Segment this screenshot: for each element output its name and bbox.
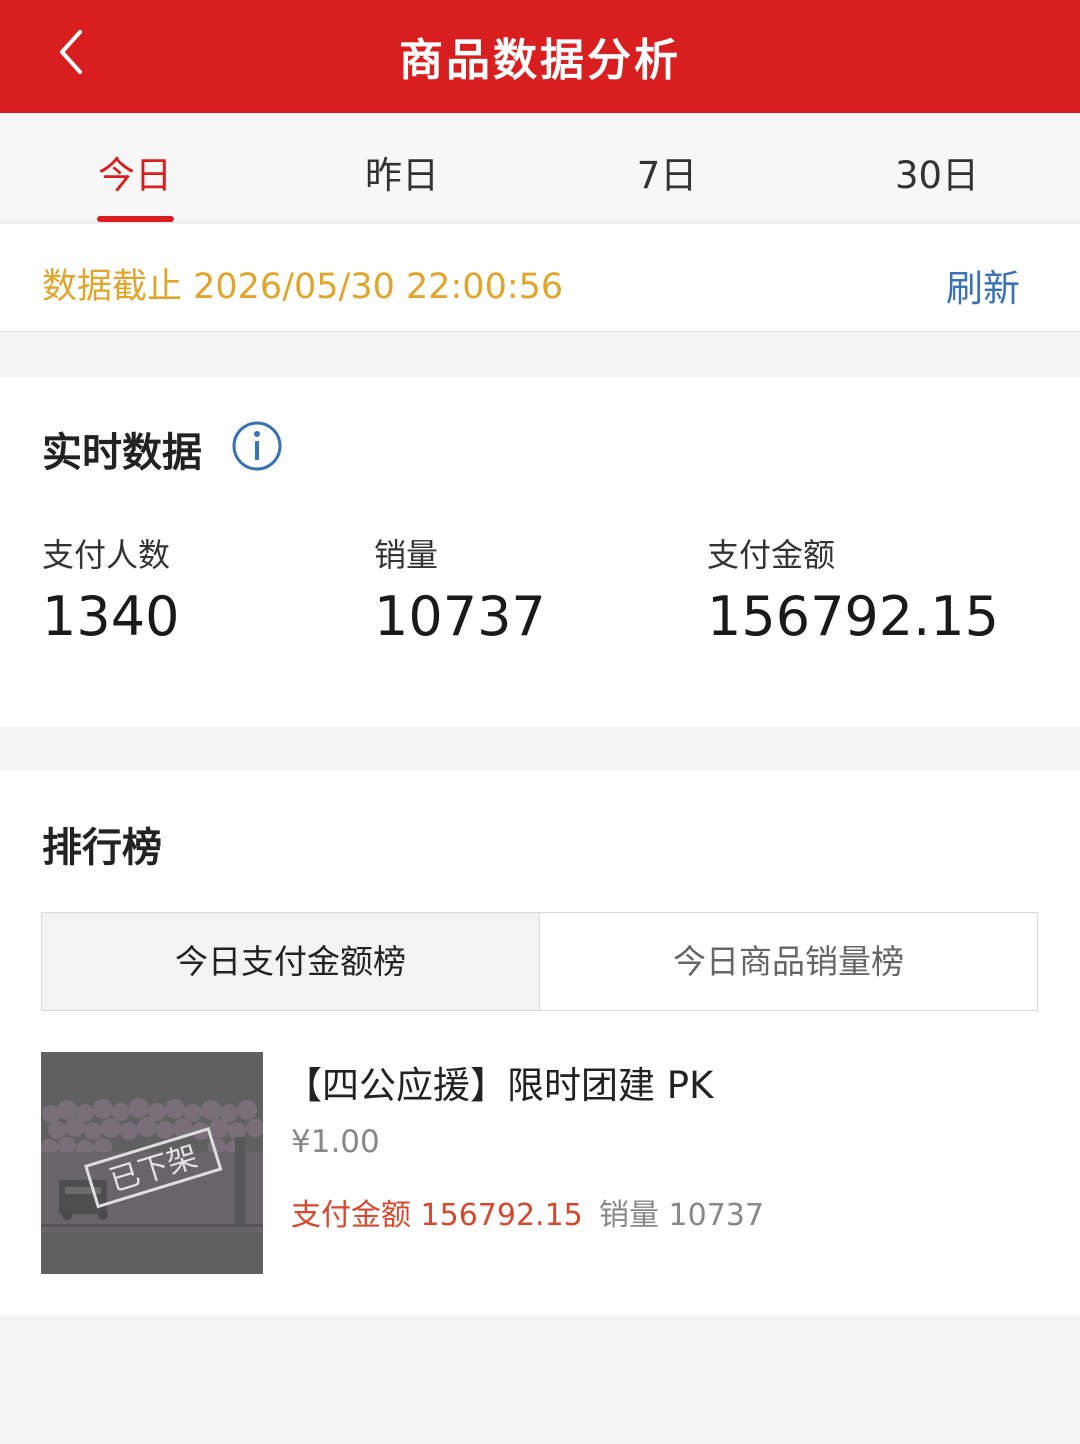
product-price: ¥1.00	[291, 1124, 380, 1160]
app-header: 商品数据分析	[0, 0, 1080, 113]
tab-7-days[interactable]: 7日	[567, 145, 767, 199]
product-payment-amount: 支付金额 156792.15	[291, 1198, 583, 1233]
tab-today[interactable]: 今日	[35, 145, 235, 199]
metric-value-payers: 1340	[42, 585, 180, 648]
data-cutoff-bar: 数据截止 2026/05/30 22:00:56 刷新	[0, 224, 1080, 332]
date-range-tabs: 今日 昨日 7日 30日	[0, 113, 1080, 223]
product-title[interactable]: 【四公应援】限时团建 PK	[285, 1055, 713, 1109]
ranking-title: 排行榜	[42, 825, 162, 871]
page-title: 商品数据分析	[399, 35, 681, 86]
active-tab-indicator	[97, 216, 174, 222]
tab-yesterday[interactable]: 昨日	[302, 145, 502, 199]
metric-value-sales: 10737	[374, 585, 546, 648]
metric-label-sales: 销量	[374, 536, 439, 574]
info-icon[interactable]	[231, 420, 283, 472]
metric-label-payers: 支付人数	[42, 536, 171, 574]
metric-value-payment-amount: 156792.15	[707, 585, 1000, 648]
segment-payment-amount-rank[interactable]: 今日支付金额榜	[41, 912, 540, 1011]
metric-label-payment-amount: 支付金额	[707, 536, 836, 574]
product-sales-volume: 销量 10737	[599, 1198, 764, 1233]
segment-sales-volume-rank[interactable]: 今日商品销量榜	[539, 912, 1038, 1011]
tab-30-days[interactable]: 30日	[837, 145, 1037, 199]
product-thumbnail[interactable]: 已下架	[41, 1052, 263, 1274]
data-cutoff-text: 数据截止 2026/05/30 22:00:56	[42, 267, 564, 307]
refresh-button[interactable]: 刷新	[946, 258, 1020, 312]
realtime-data-title: 实时数据	[42, 430, 202, 476]
